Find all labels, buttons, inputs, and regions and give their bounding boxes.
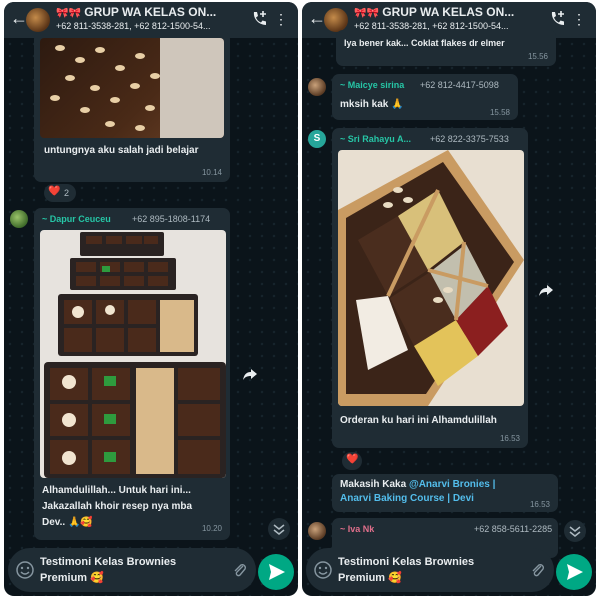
message-bubble-image[interactable]: ~ Dapur Ceuceu +62 895-1808-1174 Alhamdu… xyxy=(34,208,230,540)
sender-avatar[interactable] xyxy=(308,522,326,540)
brownie-tray-photo[interactable] xyxy=(40,230,226,478)
message-time: 10.20 xyxy=(201,524,222,533)
emoji-icon[interactable] xyxy=(314,561,332,579)
brownie-photo[interactable] xyxy=(40,38,224,138)
brownie-trays-image xyxy=(44,232,226,478)
group-members: +62 811-3538-281, +62 812-1500-54... xyxy=(56,21,211,31)
attach-icon[interactable] xyxy=(530,562,546,578)
message-bubble[interactable]: Makasih Kaka @Anarvi Bronies | Anarvi Ba… xyxy=(332,474,558,512)
phone-plus-icon[interactable] xyxy=(548,10,566,28)
input-line2: Premium 🥰 xyxy=(40,572,104,584)
message-input[interactable]: Testimoni Kelas Brownies Premium 🥰 xyxy=(338,554,528,586)
message-text-line1: Makasih Kaka @Anarvi Bronies | xyxy=(340,478,495,492)
message-text-line3: Dev.. 🙏🥰 xyxy=(42,517,93,528)
brownie-almond-image xyxy=(50,38,224,138)
chat-panel-right: ← 🎀🎀 GRUP WA KELAS ON... +62 811-3538-28… xyxy=(302,2,596,596)
group-title-text: GRUP WA KELAS ON... xyxy=(382,5,515,19)
message-text-line1: Alhamdulillah... Untuk hari ini... xyxy=(42,485,191,496)
sender-avatar-letter[interactable]: S xyxy=(308,130,326,148)
group-title[interactable]: 🎀🎀 GRUP WA KELAS ON... xyxy=(56,5,251,19)
mention-link-line2[interactable]: Anarvi Baking Course | Devi xyxy=(340,492,474,506)
message-text: Iya bener kak... Coklat flakes dr elmer xyxy=(344,38,505,48)
chevron-down-icon xyxy=(273,524,285,535)
heart-icon: ❤️ xyxy=(346,454,359,465)
message-text: untungnya aku salah jadi belajar xyxy=(44,145,199,156)
message-time: 15.56 xyxy=(527,52,548,61)
attach-icon[interactable] xyxy=(232,562,248,578)
group-title[interactable]: 🎀🎀 GRUP WA KELAS ON... xyxy=(354,5,549,19)
group-avatar[interactable] xyxy=(26,8,50,32)
message-text: Orderan ku hari ini Alhamdulillah xyxy=(340,415,497,426)
message-input-bar[interactable]: Testimoni Kelas Brownies Premium 🥰 xyxy=(306,548,554,592)
menu-dots-icon[interactable]: ⋮ xyxy=(572,10,586,28)
group-title-emoji: 🎀🎀 xyxy=(56,8,81,19)
message-bubble-image[interactable]: untungnya aku salah jadi belajar 10.14 xyxy=(34,32,230,182)
sender-avatar[interactable] xyxy=(308,78,326,96)
sender-name[interactable]: ~ Dapur Ceuceu xyxy=(42,214,111,224)
group-avatar[interactable] xyxy=(324,8,348,32)
send-button[interactable] xyxy=(556,554,592,590)
phone-plus-icon[interactable] xyxy=(250,10,268,28)
chevron-down-icon xyxy=(569,526,581,537)
sender-phone: +62 812-4417-5098 xyxy=(420,80,499,90)
scroll-down-button[interactable] xyxy=(564,520,586,542)
message-bubble[interactable]: ~ Maicye sirina +62 812-4417-5098 mksih … xyxy=(332,74,518,120)
sender-phone: +62 895-1808-1174 xyxy=(132,214,211,224)
sender-name[interactable]: ~ Maicye sirina xyxy=(340,80,404,90)
emoji-icon[interactable] xyxy=(16,561,34,579)
message-time: 10.14 xyxy=(201,168,222,177)
message-time: 15.58 xyxy=(489,108,510,117)
message-time: 16.53 xyxy=(529,500,550,509)
brownie-box-photo[interactable] xyxy=(338,150,524,406)
forward-icon[interactable] xyxy=(538,282,554,298)
chat-panel-left: ← 🎀🎀 GRUP WA KELAS ON... +62 811-3538-28… xyxy=(4,2,298,596)
input-line2: Premium 🥰 xyxy=(338,572,402,584)
input-line1: Testimoni Kelas Brownies xyxy=(338,556,475,568)
message-input-bar[interactable]: Testimoni Kelas Brownies Premium 🥰 xyxy=(8,548,256,592)
message-text: mksih kak 🙏 xyxy=(340,99,404,110)
sender-phone: +62 822-3375-7533 xyxy=(430,134,509,144)
sender-phone: +62 858-5611-2285 xyxy=(474,524,553,534)
reaction-badge[interactable]: ❤️ 2 xyxy=(44,184,76,202)
sender-avatar[interactable] xyxy=(10,210,28,228)
heart-icon: ❤️ xyxy=(48,186,61,197)
message-text-line2: Jakazallah khoir resep nya mba xyxy=(42,501,193,512)
send-icon xyxy=(269,564,285,580)
group-title-text: GRUP WA KELAS ON... xyxy=(84,5,217,19)
message-text-plain: Makasih Kaka xyxy=(340,479,409,490)
group-title-emoji: 🎀🎀 xyxy=(354,8,379,19)
reaction-count: 2 xyxy=(64,188,70,198)
send-icon xyxy=(567,564,583,580)
forward-icon[interactable] xyxy=(242,366,258,382)
menu-dots-icon[interactable]: ⋮ xyxy=(274,10,288,28)
input-line1: Testimoni Kelas Brownies xyxy=(40,556,177,568)
sender-name[interactable]: ~ Iva Nk xyxy=(340,524,374,534)
brownie-box-image xyxy=(338,150,524,406)
message-time: 16.53 xyxy=(499,434,520,443)
mention-link[interactable]: @Anarvi Bronies | xyxy=(409,479,495,490)
message-bubble-image[interactable]: ~ Sri Rahayu A... +62 822-3375-7533 Orde… xyxy=(332,128,528,448)
sender-name[interactable]: ~ Sri Rahayu A... xyxy=(340,134,411,144)
reaction-badge[interactable]: ❤️ xyxy=(342,452,362,470)
message-bubble[interactable]: Iya bener kak... Coklat flakes dr elmer … xyxy=(336,30,556,66)
send-button[interactable] xyxy=(258,554,294,590)
scroll-down-button[interactable] xyxy=(268,518,290,540)
message-input[interactable]: Testimoni Kelas Brownies Premium 🥰 xyxy=(40,554,230,586)
